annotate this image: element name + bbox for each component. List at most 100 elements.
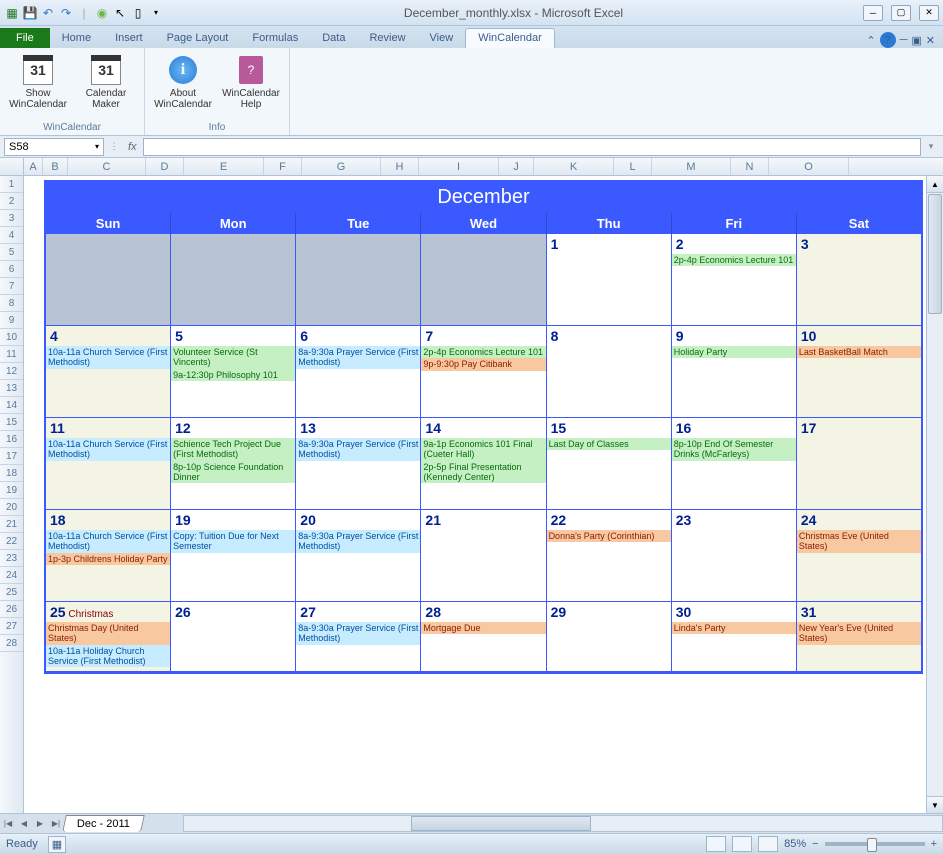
orb-icon[interactable]: ◉ bbox=[94, 5, 110, 21]
calendar-event[interactable]: 2p-5p Final Presentation (Kennedy Center… bbox=[421, 461, 545, 484]
calendar-event[interactable]: Holiday Party bbox=[672, 346, 796, 358]
calendar-day-cell[interactable]: 17 bbox=[797, 418, 921, 510]
column-header[interactable]: F bbox=[264, 158, 302, 175]
tab-wincalendar[interactable]: WinCalendar bbox=[465, 28, 555, 48]
tab-first-icon[interactable]: |◀ bbox=[0, 815, 16, 833]
ribbon-minimize-icon[interactable]: ⌃ bbox=[866, 34, 875, 47]
show-wincalendar-button[interactable]: 31 Show WinCalendar bbox=[8, 52, 68, 121]
calendar-event[interactable]: Christmas Eve (United States) bbox=[797, 530, 921, 553]
row-header[interactable]: 24 bbox=[0, 567, 23, 584]
column-header[interactable]: O bbox=[769, 158, 849, 175]
column-header[interactable]: I bbox=[419, 158, 499, 175]
calendar-day-cell[interactable]: 9Holiday Party bbox=[672, 326, 797, 418]
calendar-event[interactable]: New Year's Eve (United States) bbox=[797, 622, 921, 645]
row-header[interactable]: 21 bbox=[0, 516, 23, 533]
calendar-day-cell[interactable]: 68a-9:30a Prayer Service (First Methodis… bbox=[296, 326, 421, 418]
row-header[interactable]: 10 bbox=[0, 329, 23, 346]
column-header[interactable]: E bbox=[184, 158, 264, 175]
calendar-maker-button[interactable]: 31 Calendar Maker bbox=[76, 52, 136, 121]
calendar-event[interactable]: 1p-3p Childrens Holiday Party bbox=[46, 553, 170, 565]
cursor-icon[interactable]: ↖ bbox=[112, 5, 128, 21]
row-header[interactable]: 26 bbox=[0, 601, 23, 618]
tab-prev-icon[interactable]: ◀ bbox=[16, 815, 32, 833]
column-header[interactable]: A bbox=[24, 158, 43, 175]
row-header[interactable]: 28 bbox=[0, 635, 23, 652]
scroll-thumb[interactable] bbox=[928, 194, 942, 314]
row-header[interactable]: 2 bbox=[0, 193, 23, 210]
hscroll-thumb[interactable] bbox=[411, 816, 591, 831]
undo-icon[interactable]: ↶ bbox=[40, 5, 56, 21]
column-header[interactable]: M bbox=[652, 158, 731, 175]
tab-last-icon[interactable]: ▶| bbox=[48, 815, 64, 833]
calendar-day-cell[interactable]: 12Schience Tech Project Due (First Metho… bbox=[171, 418, 296, 510]
page-layout-view-button[interactable] bbox=[732, 836, 752, 852]
horizontal-scrollbar[interactable] bbox=[183, 815, 943, 832]
calendar-day-cell[interactable]: 24Christmas Eve (United States) bbox=[797, 510, 921, 602]
calendar-day-cell[interactable]: 28Mortgage Due bbox=[421, 602, 546, 672]
maximize-button[interactable]: ▢ bbox=[891, 5, 911, 21]
row-header[interactable]: 27 bbox=[0, 618, 23, 635]
workbook-close-icon[interactable]: ✕ bbox=[926, 34, 935, 47]
calendar-day-cell[interactable]: 1110a-11a Church Service (First Methodis… bbox=[46, 418, 171, 510]
column-header[interactable]: L bbox=[614, 158, 652, 175]
qat-dropdown-icon[interactable]: ▾ bbox=[148, 5, 164, 21]
vertical-scrollbar[interactable]: ▲ ▼ bbox=[926, 176, 943, 813]
calendar-day-cell[interactable]: 19Copy: Tuition Due for Next Semester bbox=[171, 510, 296, 602]
calendar-day-cell[interactable]: 30Linda's Party bbox=[672, 602, 797, 672]
calendar-event[interactable]: 8a-9:30a Prayer Service (First Methodist… bbox=[296, 438, 420, 461]
formula-expand-icon[interactable]: ▾ bbox=[923, 141, 939, 152]
row-header[interactable]: 12 bbox=[0, 363, 23, 380]
row-header[interactable]: 13 bbox=[0, 380, 23, 397]
minimize-button[interactable]: ─ bbox=[863, 5, 883, 21]
calendar-day-cell[interactable]: 22Donna's Party (Corinthian) bbox=[547, 510, 672, 602]
calendar-event[interactable]: 8a-9:30a Prayer Service (First Methodist… bbox=[296, 622, 420, 645]
macro-record-icon[interactable]: ▦ bbox=[48, 836, 66, 853]
calendar-event[interactable]: 10a-11a Church Service (First Methodist) bbox=[46, 346, 170, 369]
row-header[interactable]: 19 bbox=[0, 482, 23, 499]
calendar-day-cell[interactable]: 3 bbox=[797, 234, 921, 326]
select-all-corner[interactable] bbox=[0, 158, 24, 175]
zoom-in-button[interactable]: + bbox=[931, 838, 937, 850]
calendar-event[interactable]: 10a-11a Church Service (First Methodist) bbox=[46, 530, 170, 553]
row-header[interactable]: 23 bbox=[0, 550, 23, 567]
column-header[interactable]: K bbox=[534, 158, 614, 175]
calendar-day-cell[interactable]: 410a-11a Church Service (First Methodist… bbox=[46, 326, 171, 418]
name-box-expand-icon[interactable]: ⋮ bbox=[106, 141, 122, 152]
zoom-level[interactable]: 85% bbox=[784, 838, 806, 850]
row-header[interactable]: 16 bbox=[0, 431, 23, 448]
column-header[interactable]: B bbox=[43, 158, 68, 175]
name-box[interactable]: S58▾ bbox=[4, 138, 104, 156]
calendar-day-cell[interactable]: 22p-4p Economics Lecture 101 bbox=[672, 234, 797, 326]
calendar-event[interactable]: 9p-9:30p Pay Citibank bbox=[421, 358, 545, 370]
column-header[interactable]: D bbox=[146, 158, 184, 175]
calendar-event[interactable]: Volunteer Service (St Vincents) bbox=[171, 346, 295, 369]
row-header[interactable]: 20 bbox=[0, 499, 23, 516]
tab-data[interactable]: Data bbox=[310, 29, 357, 48]
column-header[interactable]: J bbox=[499, 158, 534, 175]
row-header[interactable]: 7 bbox=[0, 278, 23, 295]
calendar-day-cell[interactable]: 10Last BasketBall Match bbox=[797, 326, 921, 418]
row-header[interactable]: 3 bbox=[0, 210, 23, 227]
scroll-down-button[interactable]: ▼ bbox=[927, 796, 943, 813]
tab-home[interactable]: Home bbox=[50, 29, 103, 48]
calendar-event[interactable]: 2p-4p Economics Lecture 101 bbox=[672, 254, 796, 266]
calendar-event[interactable]: Mortgage Due bbox=[421, 622, 545, 634]
tab-insert[interactable]: Insert bbox=[103, 29, 155, 48]
formula-input[interactable] bbox=[143, 138, 921, 156]
calendar-event[interactable]: 8a-9:30a Prayer Service (First Methodist… bbox=[296, 346, 420, 369]
save-icon[interactable]: 💾 bbox=[22, 5, 38, 21]
calendar-day-cell[interactable]: 5Volunteer Service (St Vincents)9a-12:30… bbox=[171, 326, 296, 418]
calendar-event[interactable]: 9a-1p Economics 101 Final (Cueter Hall) bbox=[421, 438, 545, 461]
calendar-day-cell[interactable]: 1810a-11a Church Service (First Methodis… bbox=[46, 510, 171, 602]
row-header[interactable]: 15 bbox=[0, 414, 23, 431]
zoom-slider[interactable] bbox=[825, 842, 925, 846]
calendar-event[interactable]: 10a-11a Church Service (First Methodist) bbox=[46, 438, 170, 461]
about-wincalendar-button[interactable]: i About WinCalendar bbox=[153, 52, 213, 121]
tab-page-layout[interactable]: Page Layout bbox=[155, 29, 241, 48]
calendar-day-cell[interactable]: 138a-9:30a Prayer Service (First Methodi… bbox=[296, 418, 421, 510]
calendar-event[interactable]: Donna's Party (Corinthian) bbox=[547, 530, 671, 542]
column-header[interactable]: N bbox=[731, 158, 769, 175]
tab-view[interactable]: View bbox=[418, 29, 466, 48]
calendar-event[interactable]: 8p-10p End Of Semester Drinks (McFarleys… bbox=[672, 438, 796, 461]
doc-icon[interactable]: ▯ bbox=[130, 5, 146, 21]
